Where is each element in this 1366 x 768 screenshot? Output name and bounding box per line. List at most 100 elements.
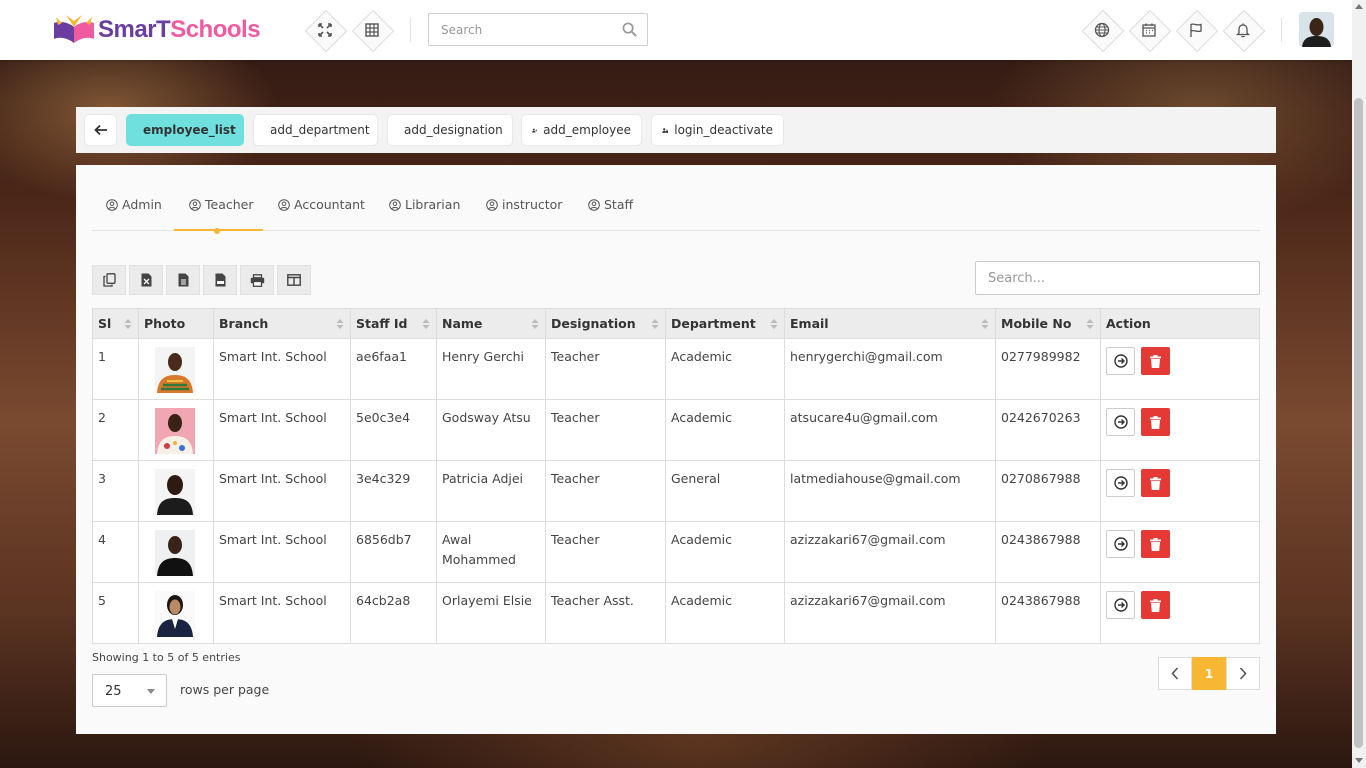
calendar-button[interactable] [1130, 11, 1168, 49]
role-tab-admin[interactable]: Admin [106, 197, 162, 212]
column-header-department[interactable]: Department [665, 308, 785, 339]
role-tab-staff[interactable]: Staff [588, 197, 633, 212]
tab-login-deactivate[interactable]: login_deactivate [651, 114, 784, 146]
language-button[interactable] [1083, 11, 1121, 49]
cell-email: azizzakari67@gmail.com [784, 521, 996, 583]
table-row: 2 Smart Int. School 5e0c3e4 Godsway Atsu… [92, 399, 1260, 461]
rows-per-page-select[interactable]: 25 [92, 674, 167, 707]
role-tab-staff-label: Staff [604, 197, 634, 212]
view-button[interactable] [1106, 469, 1135, 497]
view-button[interactable] [1106, 530, 1135, 558]
user-circle-icon [389, 198, 401, 211]
sort-icon[interactable] [336, 318, 344, 330]
apps-button[interactable] [353, 11, 391, 49]
sort-icon[interactable] [770, 318, 778, 330]
delete-button[interactable] [1141, 591, 1170, 619]
pdf-button[interactable] [203, 265, 237, 295]
cell-designation: Teacher [545, 521, 666, 583]
tab-add-employee[interactable]: add_employee [521, 114, 642, 146]
sort-icon[interactable] [981, 318, 989, 330]
delete-button[interactable] [1141, 347, 1170, 375]
print-button[interactable] [240, 265, 274, 295]
delete-button[interactable] [1141, 469, 1170, 497]
scroll-down-arrow[interactable] [1355, 758, 1363, 763]
trash-icon [1150, 476, 1161, 490]
cell-mobile: 0277989982 [995, 338, 1101, 400]
prev-page-button[interactable] [1158, 657, 1192, 690]
cell-branch: Smart Int. School [213, 521, 351, 583]
cell-department: Academic [665, 582, 785, 644]
copy-button[interactable] [92, 265, 126, 295]
scroll-up-arrow[interactable] [1355, 4, 1363, 9]
excel-button[interactable] [129, 265, 163, 295]
table-search-input[interactable] [976, 262, 1259, 294]
tab-add-department[interactable]: add_department [253, 114, 378, 146]
column-header-name[interactable]: Name [436, 308, 546, 339]
copy-icon [102, 273, 116, 287]
employee-photo [155, 408, 195, 454]
globe-icon [1094, 22, 1110, 38]
fullscreen-button[interactable] [306, 11, 344, 49]
role-tab-accountant[interactable]: Accountant [278, 197, 365, 212]
arrow-circle-right-icon [1113, 354, 1128, 368]
column-header-email[interactable]: Email [784, 308, 996, 339]
role-tab-instructor[interactable]: instructor [486, 197, 562, 212]
cell-action [1100, 582, 1260, 644]
cell-branch: Smart Int. School [213, 582, 351, 644]
view-button[interactable] [1106, 347, 1135, 375]
sort-icon[interactable] [1086, 318, 1094, 330]
next-page-button[interactable] [1226, 657, 1260, 690]
cell-staff-id: 64cb2a8 [350, 582, 437, 644]
cell-sl: 4 [92, 521, 139, 583]
sort-icon[interactable] [651, 318, 659, 330]
tab-employee-list[interactable]: employee_list [126, 114, 244, 146]
cell-mobile: 0270867988 [995, 460, 1101, 522]
view-button[interactable] [1106, 408, 1135, 436]
column-header-action: Action [1100, 308, 1260, 339]
cell-photo [138, 338, 214, 400]
sort-icon[interactable] [531, 318, 539, 330]
user-avatar[interactable] [1299, 12, 1334, 47]
delete-button[interactable] [1141, 530, 1170, 558]
global-search[interactable] [428, 13, 648, 46]
table-info: Showing 1 to 5 of 5 entries [92, 651, 241, 664]
back-button[interactable] [84, 114, 117, 146]
notifications-button[interactable] [1224, 11, 1262, 49]
user-lock-icon [662, 127, 669, 133]
table-search[interactable] [975, 261, 1260, 295]
employee-photo [155, 469, 195, 515]
columns-button[interactable] [277, 265, 311, 295]
column-header-sl[interactable]: Sl [92, 308, 139, 339]
trash-icon [1150, 415, 1161, 429]
page-scrollbar[interactable] [1352, 0, 1366, 768]
global-search-input[interactable] [429, 14, 609, 45]
column-header-staff-id[interactable]: Staff Id [350, 308, 437, 339]
view-button[interactable] [1106, 591, 1135, 619]
role-tab-librarian-label: Librarian [405, 197, 461, 212]
column-header-designation[interactable]: Designation [545, 308, 666, 339]
tab-add-designation[interactable]: add_designation [387, 114, 513, 146]
logo[interactable]: SmarTSchools [52, 12, 261, 48]
employee-photo [155, 530, 195, 576]
flag-button[interactable] [1177, 11, 1215, 49]
sort-icon[interactable] [124, 318, 132, 330]
cell-action [1100, 399, 1260, 461]
scrollbar-thumb[interactable] [1354, 98, 1363, 748]
arrow-circle-right-icon [1113, 476, 1128, 490]
csv-button[interactable] [166, 265, 200, 295]
role-tab-librarian[interactable]: Librarian [389, 197, 460, 212]
search-icon[interactable] [622, 22, 637, 37]
divider [410, 18, 411, 42]
cell-photo [138, 582, 214, 644]
page-button-current[interactable]: 1 [1192, 657, 1226, 690]
column-header-branch[interactable]: Branch [213, 308, 351, 339]
cell-branch: Smart Int. School [213, 338, 351, 400]
role-tab-teacher[interactable]: Teacher [189, 197, 254, 212]
trash-icon [1150, 354, 1161, 368]
cell-sl: 3 [92, 460, 139, 522]
column-header-mobile[interactable]: Mobile No [995, 308, 1101, 339]
sort-icon[interactable] [422, 318, 430, 330]
bell-icon [1235, 23, 1251, 38]
delete-button[interactable] [1141, 408, 1170, 436]
cell-sl: 5 [92, 582, 139, 644]
